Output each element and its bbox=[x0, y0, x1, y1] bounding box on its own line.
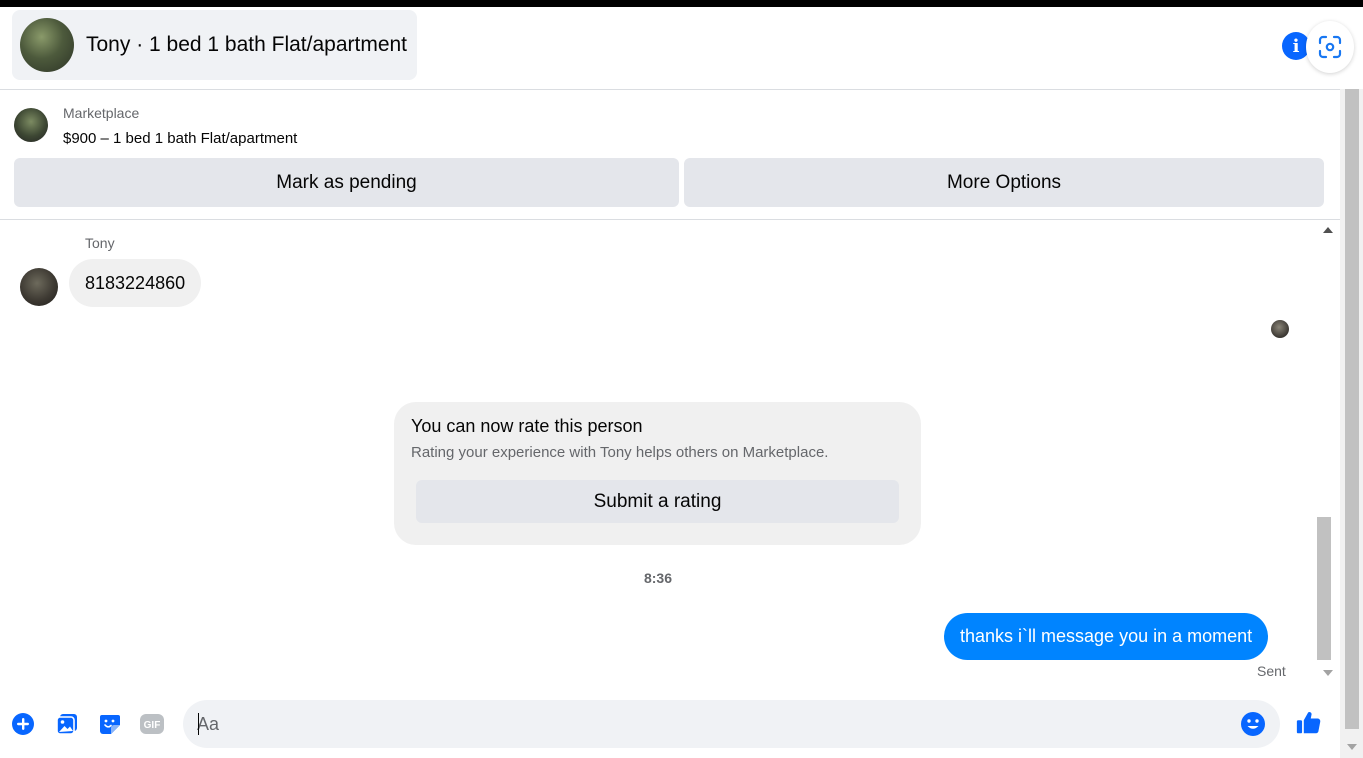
rating-card-title: You can now rate this person bbox=[411, 416, 643, 436]
top-border bbox=[0, 0, 1363, 7]
gif-icon[interactable]: GIF bbox=[139, 711, 165, 737]
submit-rating-button[interactable]: Submit a rating bbox=[416, 480, 899, 523]
emoji-icon[interactable] bbox=[1240, 711, 1266, 737]
page-scrollbar[interactable] bbox=[1340, 89, 1363, 758]
more-options-button[interactable]: More Options bbox=[684, 158, 1324, 207]
message-input-wrapper bbox=[183, 700, 1280, 748]
sender-avatar[interactable] bbox=[20, 268, 58, 306]
scan-icon-graphic bbox=[1318, 35, 1342, 59]
emoji-icon-graphic bbox=[1241, 712, 1265, 736]
conversation-title-button[interactable]: Tony · 1 bed 1 bath Flat/apartment bbox=[12, 10, 418, 80]
gif-icon-graphic: GIF bbox=[140, 714, 164, 734]
scroll-down-arrow-icon[interactable] bbox=[1323, 670, 1333, 676]
conversation-title: Tony · 1 bed 1 bath Flat/apartment bbox=[86, 33, 408, 56]
listing-avatar bbox=[20, 18, 74, 72]
sticker-icon-graphic bbox=[100, 715, 120, 734]
rating-card-subtitle: Rating your experience with Tony helps o… bbox=[411, 444, 829, 461]
gif-icon-label: GIF bbox=[144, 720, 161, 731]
screenshot-scan-icon[interactable] bbox=[1306, 21, 1354, 73]
message-composer: GIF bbox=[0, 690, 1340, 758]
page-scroll-down-arrow-icon[interactable] bbox=[1347, 744, 1357, 750]
seen-by-avatar bbox=[1271, 320, 1289, 338]
text-caret bbox=[198, 713, 199, 735]
plus-icon-graphic bbox=[12, 713, 34, 735]
message-scrollbar[interactable] bbox=[1316, 221, 1340, 684]
incoming-message-bubble[interactable]: 8183224860 bbox=[69, 259, 202, 307]
rating-prompt-card: You can now rate this person Rating your… bbox=[394, 402, 921, 545]
message-input[interactable] bbox=[197, 700, 1227, 748]
mark-as-pending-button[interactable]: Mark as pending bbox=[14, 158, 679, 207]
thumbs-up-icon-graphic bbox=[1296, 712, 1321, 734]
sticker-icon[interactable] bbox=[97, 711, 123, 737]
scroll-thumb[interactable] bbox=[1317, 517, 1331, 660]
photo-icon-graphic bbox=[56, 714, 77, 735]
sender-name: Tony bbox=[85, 235, 115, 251]
marketplace-listing-panel: Marketplace $900 – 1 bed 1 bath Flat/apa… bbox=[0, 89, 1340, 220]
outgoing-message-bubble[interactable]: thanks i`ll message you in a moment bbox=[944, 613, 1269, 660]
conversation-header: Tony · 1 bed 1 bath Flat/apartment i bbox=[0, 7, 1354, 89]
listing-source: Marketplace bbox=[63, 105, 140, 121]
message-status: Sent bbox=[1257, 663, 1286, 679]
thumbs-up-icon[interactable] bbox=[1296, 709, 1322, 735]
plus-icon[interactable] bbox=[10, 711, 36, 737]
listing-thumbnail[interactable] bbox=[14, 108, 48, 142]
photo-icon[interactable] bbox=[54, 711, 80, 737]
message-timestamp: 8:36 bbox=[643, 570, 673, 586]
page-scroll-thumb[interactable] bbox=[1345, 89, 1359, 729]
listing-title[interactable]: $900 – 1 bed 1 bath Flat/apartment bbox=[63, 130, 297, 147]
scroll-up-arrow-icon[interactable] bbox=[1323, 227, 1333, 233]
